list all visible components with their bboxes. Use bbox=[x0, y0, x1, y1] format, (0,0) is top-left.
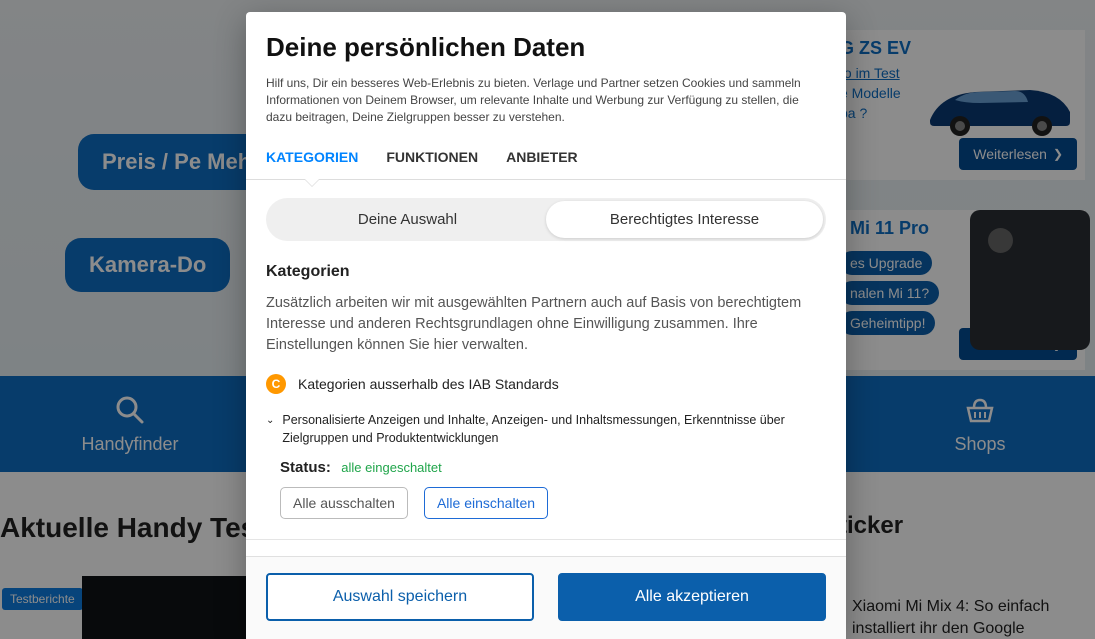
divider bbox=[246, 539, 846, 540]
status-label: Status: bbox=[280, 459, 331, 476]
consent-modal: Deine persönlichen Daten Hilf uns, Dir e… bbox=[246, 12, 846, 639]
btn-alle-ausschalten[interactable]: Alle ausschalten bbox=[280, 487, 408, 519]
section-text-kategorien: Zusätzlich arbeiten wir mit ausgewählten… bbox=[266, 293, 826, 356]
segment-control: Deine Auswahl Berechtigtes Interesse bbox=[266, 198, 826, 241]
modal-header: Deine persönlichen Daten Hilf uns, Dir e… bbox=[246, 12, 846, 135]
modal-tabs: KATEGORIEN FUNKTIONEN ANBIETER bbox=[246, 135, 846, 180]
tab-funktionen[interactable]: FUNKTIONEN bbox=[386, 135, 478, 179]
section-heading-kategorien: Kategorien bbox=[266, 263, 826, 281]
modal-title: Deine persönlichen Daten bbox=[266, 32, 826, 63]
status-row: Status: alle eingeschaltet bbox=[280, 459, 826, 477]
btn-alle-akzeptieren[interactable]: Alle akzeptieren bbox=[558, 573, 826, 621]
modal-footer: Auswahl speichern Alle akzeptieren bbox=[246, 556, 846, 639]
row-non-iab[interactable]: C Kategorien ausserhalb des IAB Standard… bbox=[266, 374, 826, 394]
row-non-iab-label: Kategorien ausserhalb des IAB Standards bbox=[298, 376, 559, 392]
toggle-buttons-row: Alle ausschalten Alle einschalten bbox=[280, 487, 826, 519]
segment-deine-auswahl[interactable]: Deine Auswahl bbox=[269, 201, 546, 238]
tab-anbieter[interactable]: ANBIETER bbox=[506, 135, 578, 179]
expander-label: Personalisierte Anzeigen und Inhalte, An… bbox=[282, 412, 826, 447]
modal-body: Deine Auswahl Berechtigtes Interesse Kat… bbox=[246, 180, 846, 556]
segment-berechtigtes-interesse[interactable]: Berechtigtes Interesse bbox=[546, 201, 823, 238]
c-badge-icon: C bbox=[266, 374, 286, 394]
btn-alle-einschalten[interactable]: Alle einschalten bbox=[424, 487, 548, 519]
btn-auswahl-speichern[interactable]: Auswahl speichern bbox=[266, 573, 534, 621]
modal-intro-text: Hilf uns, Dir ein besseres Web-Erlebnis … bbox=[266, 75, 826, 125]
chevron-down-icon: ⌄ bbox=[266, 414, 274, 428]
expander-personalised-ads[interactable]: ⌄ Personalisierte Anzeigen und Inhalte, … bbox=[266, 412, 826, 447]
status-value: alle eingeschaltet bbox=[341, 460, 441, 475]
tab-kategorien[interactable]: KATEGORIEN bbox=[266, 135, 358, 179]
